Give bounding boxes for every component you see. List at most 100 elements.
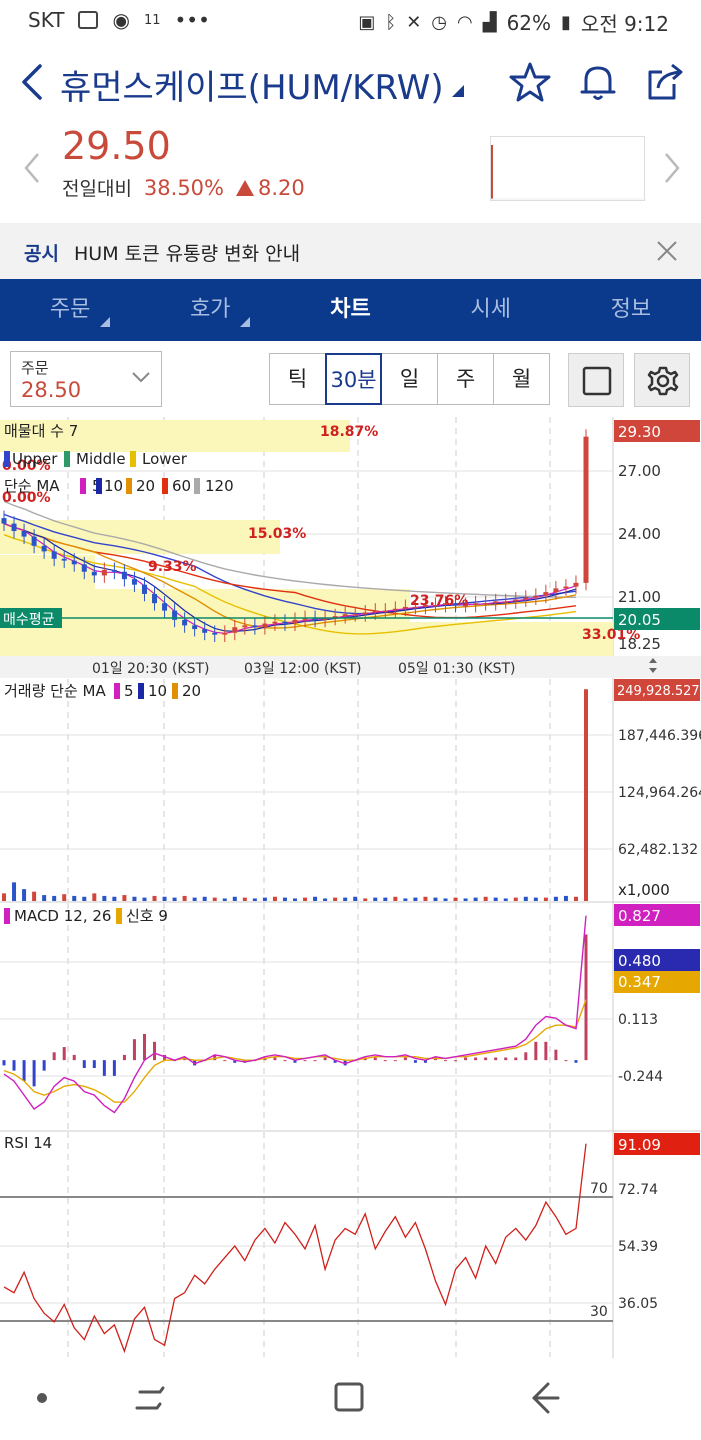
volume-bar (92, 893, 97, 901)
candle-body (242, 625, 248, 628)
period-30min[interactable]: 30분 (325, 353, 382, 405)
macd-hist-bar (454, 1060, 458, 1062)
share-icon[interactable] (644, 60, 688, 104)
volume-bar (383, 897, 388, 901)
last-price-label: 29.30 (618, 423, 661, 441)
candle-body (523, 597, 529, 600)
settings-button[interactable] (634, 353, 690, 407)
vol-ma20-swatch (172, 683, 178, 699)
recent-apps-icon[interactable] (135, 1386, 165, 1410)
ma120-swatch (194, 478, 200, 494)
volume-bar (272, 896, 277, 901)
period-week[interactable]: 주 (437, 353, 494, 405)
period-day[interactable]: 일 (381, 353, 438, 405)
candle-body (71, 560, 77, 565)
page-title[interactable]: 휴먼스케이프(HUM/KRW) (60, 60, 464, 109)
bb-legend: Upper Middle Lower (4, 450, 188, 468)
gallery-icon (78, 11, 99, 29)
chart-toolbar: 주문 28.50 틱 30분 일 주 월 (0, 341, 701, 417)
submenu-corner-icon (100, 317, 111, 327)
save-icon: ▣ (358, 12, 376, 33)
next-coin-icon[interactable] (660, 148, 684, 188)
notice-text[interactable]: HUM 토큰 유통량 변화 안내 (74, 239, 300, 266)
volume-bar (423, 896, 428, 901)
notice-banner[interactable]: 공시 HUM 토큰 유통량 변화 안내 (0, 223, 701, 279)
system-nav-icons (37, 1382, 560, 1414)
tab-market[interactable]: 시세 (421, 279, 561, 341)
candle-body (513, 599, 519, 602)
tab-info[interactable]: 정보 (561, 279, 701, 341)
home-icon[interactable] (334, 1382, 364, 1412)
volume-bar (343, 897, 348, 901)
macd-hist-bar (534, 1041, 538, 1061)
volume-bar (323, 898, 328, 901)
volume-bar (242, 897, 247, 901)
volume-bar (32, 891, 37, 901)
period-tick[interactable]: 틱 (269, 353, 326, 405)
bb-lower-swatch (130, 451, 136, 467)
price-tick: 21.00 (618, 588, 661, 606)
macd-hist-bar (564, 1060, 568, 1062)
macd-hist-bar (92, 1060, 96, 1069)
app-header: 휴먼스케이프(HUM/KRW) (0, 48, 701, 118)
chevron-down-icon (132, 372, 150, 383)
network-label: 11 (143, 12, 161, 28)
volume-bar (313, 896, 318, 901)
tab-chart-label: 차트 (330, 297, 371, 322)
dot-icon[interactable] (37, 1393, 47, 1403)
chart-svg[interactable]: 매수평균 27.0024.0021.0018.25 18.87%15.03%9.… (0, 417, 701, 1358)
bb-lower-label: Lower (142, 450, 188, 468)
time-tick-3: 05일 01:30 (KST) (398, 661, 515, 677)
star-icon[interactable] (508, 60, 552, 104)
candle-body (553, 588, 559, 593)
period-month[interactable]: 월 (493, 353, 550, 405)
macd-hist-bar (524, 1052, 528, 1061)
volume-bar (52, 895, 57, 901)
rsi-tick-3: 36.05 (618, 1296, 658, 1312)
fullscreen-button[interactable] (568, 353, 624, 407)
chart-area[interactable]: 매수평균 27.00 24.00 21.00 18.25 18.87% 15.03% 9.… (0, 417, 701, 1358)
last-volume-label: 249,928.527 (617, 684, 700, 699)
candle-body (212, 632, 218, 635)
ma60-label: 60 (172, 477, 191, 495)
back-icon[interactable] (18, 62, 48, 102)
close-icon[interactable] (653, 237, 681, 265)
notice-tag: 공시 (24, 243, 59, 265)
candle-body (392, 608, 398, 611)
candle-body (382, 610, 388, 613)
candle-body (202, 629, 208, 633)
macd-hist-bar (72, 1054, 76, 1061)
tab-order-label: 주문 (49, 297, 91, 322)
macd-hist-bar (484, 1057, 488, 1061)
volume-bar (453, 897, 458, 901)
prev-coin-icon[interactable] (20, 148, 44, 188)
tab-chart[interactable]: 차트 (280, 279, 420, 341)
rsi-value-label: 91.09 (618, 1136, 661, 1154)
bell-icon[interactable] (576, 60, 620, 104)
macd-hist-bar (413, 1060, 417, 1063)
volume-bar (232, 896, 237, 901)
order-price-select[interactable]: 주문 28.50 (10, 351, 162, 407)
candle-body (342, 614, 348, 617)
rsi-level-30-label: 30 (590, 1304, 608, 1320)
macd-hist-bar (584, 934, 588, 1061)
submenu-corner-icon (240, 317, 251, 327)
candle-body (51, 551, 57, 559)
candle-body (121, 571, 127, 580)
tab-order[interactable]: 주문 (0, 279, 140, 341)
bluetooth-icon: ᛒ (385, 12, 397, 33)
rsi-level-70-label: 70 (590, 1181, 608, 1197)
macd-hist-bar (474, 1057, 478, 1061)
volume-bar (443, 898, 448, 901)
nav-back-icon[interactable] (532, 1382, 560, 1414)
macd-swatch (4, 908, 10, 924)
candle-body (262, 623, 268, 628)
candle-body (222, 632, 228, 635)
volume-profile-pct: 23.76% (410, 593, 468, 609)
macd-hist-bar (464, 1057, 468, 1061)
ma5-swatch (80, 478, 86, 494)
macd-hist-bar (574, 1060, 578, 1063)
square-icon (582, 366, 612, 396)
tab-orderbook[interactable]: 호가 (140, 279, 280, 341)
owl-icon: ◉ (112, 8, 130, 32)
